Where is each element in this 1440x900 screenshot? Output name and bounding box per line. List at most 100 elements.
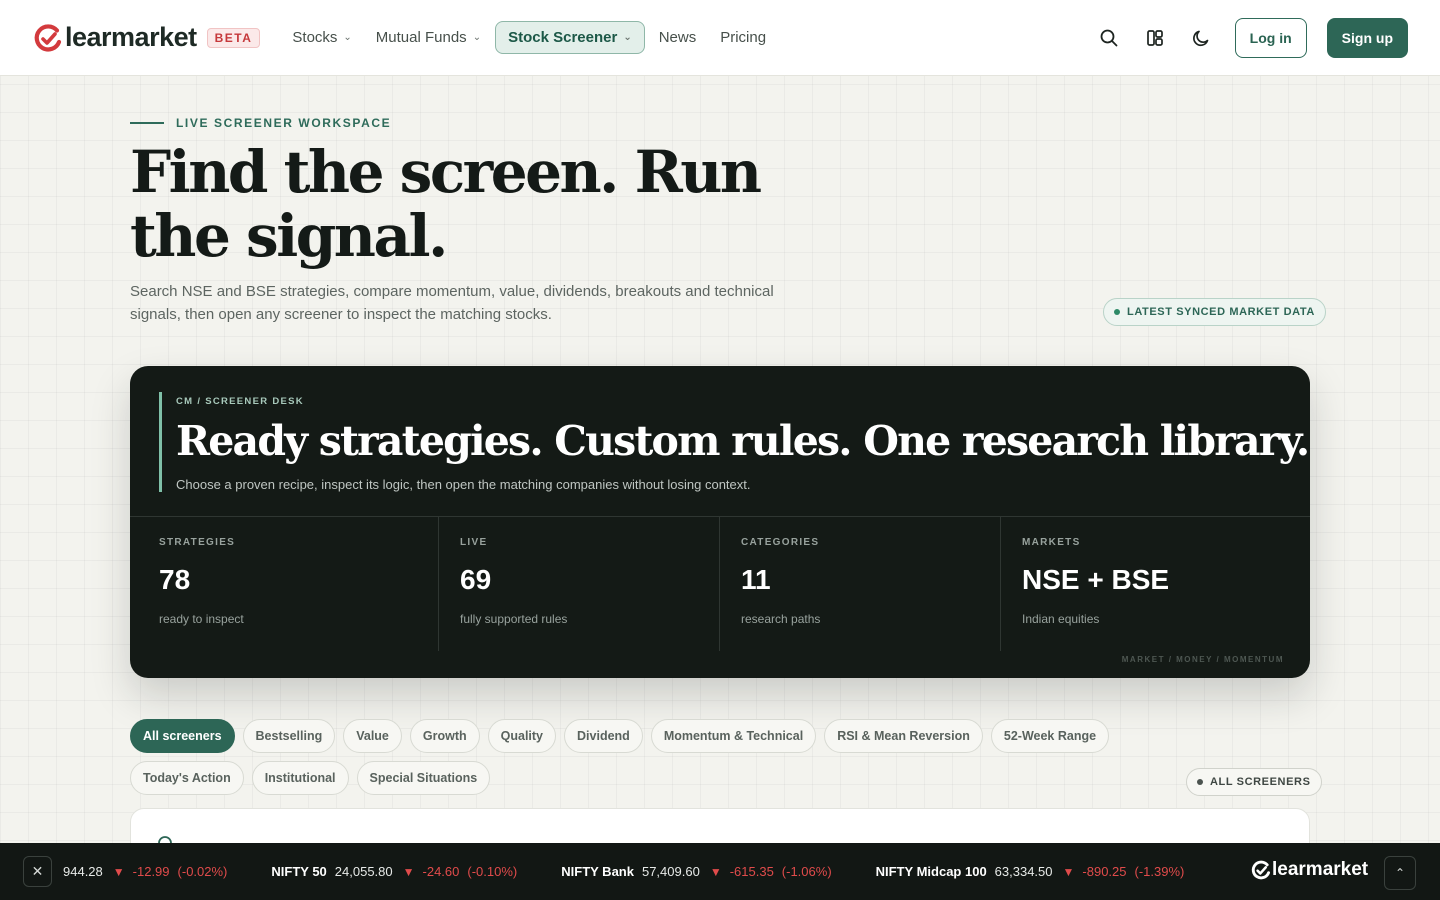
top-navbar: learmarket BETA Stocks ⌄ Mutual Funds ⌄ … bbox=[0, 0, 1440, 76]
filter-chip-all-screeners[interactable]: All screeners bbox=[130, 719, 235, 753]
close-icon[interactable]: ✕ bbox=[23, 856, 52, 887]
desk-title: Ready strategies. Custom rules. One rese… bbox=[176, 417, 1310, 465]
ticker-change: -24.60 bbox=[422, 864, 460, 879]
chevron-down-icon: ⌄ bbox=[472, 32, 482, 43]
nav-stock-screener[interactable]: Stock Screener ⌄ bbox=[495, 21, 645, 54]
logo-c-mark-icon bbox=[32, 22, 64, 54]
page-title: Find the screen. Run the signal. bbox=[130, 138, 762, 270]
ticker-item-nifty-midcap-100[interactable]: NIFTY Midcap 100 63,334.50 ▼ -890.25 (-1… bbox=[876, 864, 1185, 879]
brand-name: learmarket bbox=[65, 22, 197, 52]
filter-chip-bestselling[interactable]: Bestselling bbox=[242, 719, 336, 753]
ticker-fade bbox=[1185, 843, 1245, 900]
nav-label: News bbox=[658, 29, 697, 46]
stat-strategies: STRATEGIES 78 ready to inspect bbox=[130, 517, 439, 651]
search-icon[interactable] bbox=[1091, 20, 1127, 56]
desk-footer-tagline: MARKET / MONEY / MOMENTUM bbox=[1121, 655, 1284, 664]
nav-label: Mutual Funds bbox=[375, 29, 467, 46]
layout-grid-icon[interactable] bbox=[1137, 20, 1173, 56]
ticker-name: NIFTY Midcap 100 bbox=[875, 864, 987, 879]
page-subtitle: Search NSE and BSE strategies, compare m… bbox=[130, 283, 774, 323]
down-arrow-icon: ▼ bbox=[1062, 864, 1075, 879]
stat-label: MARKETS bbox=[1022, 537, 1081, 548]
main-nav: Stocks ⌄ Mutual Funds ⌄ Stock Screener ⌄… bbox=[282, 21, 776, 54]
header-actions: Log in Sign up bbox=[1091, 17, 1408, 58]
stat-markets: MARKETS NSE + BSE Indian equities bbox=[1001, 517, 1310, 651]
stat-note: fully supported rules bbox=[460, 612, 568, 626]
all-screeners-text: ALL SCREENERS bbox=[1210, 776, 1311, 788]
down-arrow-icon: ▼ bbox=[709, 864, 722, 879]
signup-button[interactable]: Sign up bbox=[1326, 17, 1408, 58]
stat-categories: CATEGORIES 11 research paths bbox=[720, 517, 1001, 651]
nav-mutual-funds[interactable]: Mutual Funds ⌄ bbox=[366, 21, 491, 54]
brand-logo[interactable]: learmarket bbox=[32, 22, 197, 54]
chevron-down-icon: ⌄ bbox=[623, 32, 632, 43]
dot-icon bbox=[1197, 779, 1203, 785]
nav-pricing[interactable]: Pricing bbox=[710, 21, 776, 54]
chevron-down-icon: ⌄ bbox=[343, 32, 352, 43]
filter-chip-52-week-range[interactable]: 52-Week Range bbox=[990, 719, 1110, 753]
screener-desk-card: CM / SCREENER DESK Ready strategies. Cus… bbox=[130, 366, 1310, 678]
ticker-value: 24,055.80 bbox=[334, 864, 393, 879]
beta-badge: BETA bbox=[206, 27, 261, 48]
filter-chip-institutional[interactable]: Institutional bbox=[251, 761, 349, 795]
filter-chip-special-situations[interactable]: Special Situations bbox=[356, 761, 491, 795]
ticker-percent: (-0.02%) bbox=[177, 864, 228, 879]
market-ticker-bar: ✕ 944.28 ▼ -12.99 (-0.02%) NIFTY 50 24,0… bbox=[0, 843, 1440, 900]
down-arrow-icon: ▼ bbox=[112, 864, 125, 879]
stat-value: 78 bbox=[159, 564, 191, 595]
stat-value: NSE + BSE bbox=[1022, 564, 1170, 595]
nav-news[interactable]: News bbox=[649, 21, 707, 54]
filter-row-2: Today's Action Institutional Special Sit… bbox=[130, 761, 1130, 795]
logo-c-mark-icon bbox=[1251, 860, 1271, 880]
ticker-percent: (-1.06%) bbox=[781, 864, 832, 879]
filter-chip-momentum-technical[interactable]: Momentum & Technical bbox=[650, 719, 817, 753]
nav-label: Stocks bbox=[292, 29, 338, 46]
ticker-value: 944.28 bbox=[63, 864, 103, 879]
stat-label: STRATEGIES bbox=[159, 537, 236, 548]
filter-row-1: All screeners Bestselling Value Growth Q… bbox=[130, 719, 1130, 753]
ticker-value: 63,334.50 bbox=[994, 864, 1053, 879]
chevron-up-icon[interactable]: ⌃ bbox=[1384, 856, 1416, 890]
down-arrow-icon: ▼ bbox=[402, 864, 415, 879]
ticker-change: -12.99 bbox=[132, 864, 170, 879]
sync-status-text: LATEST SYNCED MARKET DATA bbox=[1127, 306, 1315, 318]
status-dot-icon bbox=[1114, 309, 1120, 315]
all-screeners-badge[interactable]: ALL SCREENERS bbox=[1186, 768, 1322, 796]
stat-note: Indian equities bbox=[1022, 612, 1100, 626]
ticker-item-partial[interactable]: 944.28 ▼ -12.99 (-0.02%) bbox=[63, 864, 227, 879]
stat-value: 69 bbox=[460, 564, 492, 595]
stat-note: research paths bbox=[741, 612, 821, 626]
filter-chip-growth[interactable]: Growth bbox=[409, 719, 480, 753]
desk-subtitle: Choose a proven recipe, inspect its logi… bbox=[176, 477, 751, 492]
filter-chip-todays-action[interactable]: Today's Action bbox=[130, 761, 244, 795]
ticker-change: -615.35 bbox=[729, 864, 774, 879]
hero-eyebrow: LIVE SCREENER WORKSPACE bbox=[130, 116, 391, 130]
eyebrow-text: LIVE SCREENER WORKSPACE bbox=[176, 116, 392, 130]
desk-tag: CM / SCREENER DESK bbox=[176, 396, 304, 407]
ticker-percent: (-0.10%) bbox=[467, 864, 518, 879]
stats-row: STRATEGIES 78 ready to inspect LIVE 69 f… bbox=[130, 517, 1310, 651]
ticker-change: -890.25 bbox=[1082, 864, 1127, 879]
ticker-item-nifty-bank[interactable]: NIFTY Bank 57,409.60 ▼ -615.35 (-1.06%) bbox=[561, 864, 831, 879]
filter-chip-value[interactable]: Value bbox=[343, 719, 402, 753]
stat-note: ready to inspect bbox=[159, 612, 244, 626]
filter-chip-rsi-mean-reversion[interactable]: RSI & Mean Reversion bbox=[824, 719, 983, 753]
stat-label: CATEGORIES bbox=[741, 537, 820, 548]
nav-label: Pricing bbox=[720, 29, 767, 46]
ticker-value: 57,409.60 bbox=[641, 864, 700, 879]
ticker-brand-name: learmarket bbox=[1272, 859, 1369, 880]
ticker-percent: (-1.39%) bbox=[1134, 864, 1185, 879]
login-button[interactable]: Log in bbox=[1234, 17, 1307, 58]
filter-chip-dividend[interactable]: Dividend bbox=[564, 719, 643, 753]
stat-value: 11 bbox=[741, 564, 771, 595]
stat-live: LIVE 69 fully supported rules bbox=[439, 517, 720, 651]
ticker-brand-logo: learmarket bbox=[1250, 859, 1368, 881]
sync-status-badge: LATEST SYNCED MARKET DATA bbox=[1103, 298, 1326, 326]
nav-stocks[interactable]: Stocks ⌄ bbox=[282, 21, 361, 54]
desk-header: CM / SCREENER DESK Ready strategies. Cus… bbox=[159, 392, 1310, 492]
moon-icon[interactable] bbox=[1183, 20, 1219, 56]
stat-label: LIVE bbox=[460, 537, 488, 548]
ticker-name: NIFTY 50 bbox=[271, 864, 327, 879]
filter-chip-quality[interactable]: Quality bbox=[487, 719, 557, 753]
ticker-item-nifty-50[interactable]: NIFTY 50 24,055.80 ▼ -24.60 (-0.10%) bbox=[271, 864, 517, 879]
